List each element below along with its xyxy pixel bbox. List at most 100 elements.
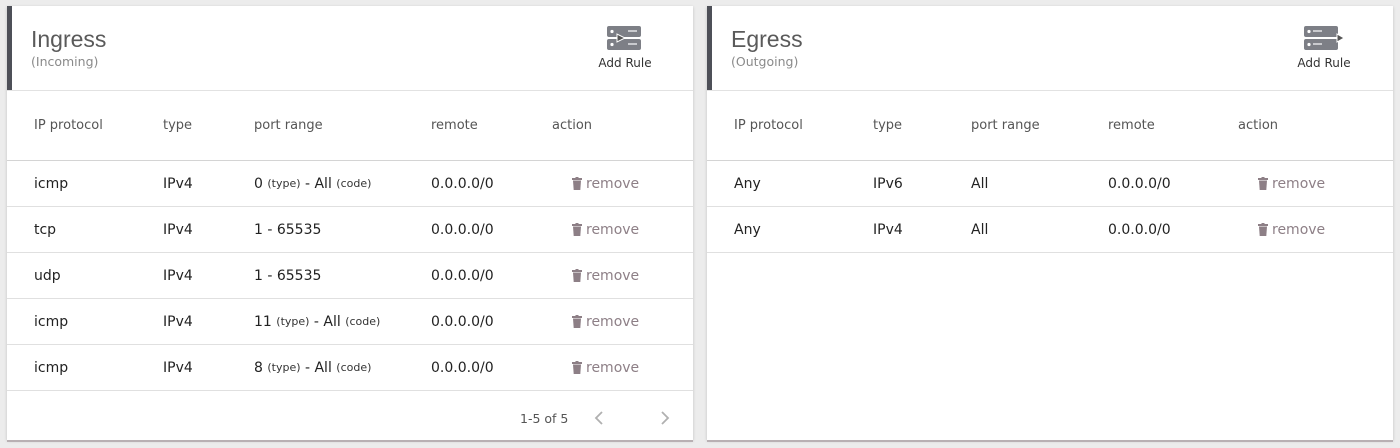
remove-rule-button[interactable]: remove [572, 161, 639, 206]
column-header-remote: remote [1108, 118, 1155, 133]
remove-label: remove [1272, 175, 1326, 192]
ingress-rules-table: IP protocol type port range remote actio… [7, 90, 693, 391]
row-protocol: Any [734, 221, 761, 238]
row-type: IPv6 [873, 175, 903, 192]
ingress-add-rule-button[interactable]: Add Rule [590, 24, 660, 78]
egress-panel: Egress (Outgoing) Add Rule IP protocol t… [707, 6, 1393, 442]
column-header-type: type [163, 118, 193, 133]
egress-add-rule-button[interactable]: Add Rule [1289, 24, 1359, 78]
next-page-button[interactable] [660, 411, 670, 425]
egress-table-header: IP protocol type port range remote actio… [707, 90, 1393, 161]
trash-icon [572, 315, 582, 328]
table-row: icmp IPv4 0 (type) - All (code) 0.0.0.0/… [7, 161, 693, 207]
add-rule-icon [1304, 26, 1345, 50]
row-port-range: All [971, 175, 989, 192]
row-remote: 0.0.0.0/0 [431, 221, 494, 238]
column-header-port-range: port range [971, 118, 1040, 133]
port-main: 0 [254, 175, 263, 192]
row-port-range: 0 (type) - All (code) [254, 161, 371, 206]
port-type-label: (type) [267, 361, 301, 374]
table-row: icmp IPv4 8 (type) - All (code) 0.0.0.0/… [7, 345, 693, 391]
remove-rule-button[interactable]: remove [572, 345, 639, 390]
row-type: IPv4 [163, 175, 193, 192]
row-remote: 0.0.0.0/0 [431, 359, 494, 376]
port-mid: - All [300, 359, 337, 376]
table-row: udp IPv4 1 - 65535 0.0.0.0/0 remove [7, 253, 693, 299]
row-remote: 0.0.0.0/0 [1108, 221, 1171, 238]
ingress-panel: Ingress (Incoming) Add Rule IP protocol … [7, 6, 693, 442]
remove-label: remove [1272, 221, 1326, 238]
row-type: IPv4 [873, 221, 903, 238]
row-protocol: icmp [34, 313, 69, 330]
column-header-port-range: port range [254, 118, 323, 133]
trash-icon [572, 177, 582, 190]
column-header-remote: remote [431, 118, 478, 133]
row-remote: 0.0.0.0/0 [431, 175, 494, 192]
table-row: tcp IPv4 1 - 65535 0.0.0.0/0 remove [7, 207, 693, 253]
row-port-range: 8 (type) - All (code) [254, 345, 371, 390]
row-type: IPv4 [163, 267, 193, 284]
column-header-action: action [1238, 118, 1279, 133]
port-main: 8 [254, 359, 263, 376]
panel-bottom-border [707, 440, 1393, 442]
egress-title: Egress [731, 26, 803, 52]
remove-label: remove [586, 267, 640, 284]
previous-page-button[interactable] [594, 411, 604, 425]
ingress-header: Ingress (Incoming) Add Rule [7, 6, 693, 90]
remove-rule-button[interactable]: remove [572, 253, 639, 298]
trash-icon [572, 269, 582, 282]
row-remote: 0.0.0.0/0 [431, 267, 494, 284]
remove-rule-button[interactable]: remove [1258, 161, 1325, 206]
column-header-action: action [552, 118, 593, 133]
row-remote: 0.0.0.0/0 [1108, 175, 1171, 192]
port-mid: - All [300, 175, 337, 192]
port-code-label: (code) [336, 177, 372, 190]
port-mid: - All [309, 313, 346, 330]
row-protocol: icmp [34, 359, 69, 376]
row-protocol: udp [34, 267, 61, 284]
table-row: icmp IPv4 11 (type) - All (code) 0.0.0.0… [7, 299, 693, 345]
port-code-label: (code) [345, 315, 381, 328]
ingress-subtitle: (Incoming) [31, 54, 99, 69]
row-port-range: 1 - 65535 [254, 267, 322, 284]
table-row: Any IPv4 All 0.0.0.0/0 remove [707, 207, 1393, 253]
row-port-range: 11 (type) - All (code) [254, 299, 380, 344]
row-type: IPv4 [163, 359, 193, 376]
egress-add-rule-label: Add Rule [1297, 56, 1351, 70]
port-type-label: (type) [276, 315, 310, 328]
remove-label: remove [586, 359, 640, 376]
trash-icon [572, 361, 582, 374]
chevron-left-icon [595, 411, 604, 425]
remove-label: remove [586, 175, 640, 192]
ingress-add-rule-label: Add Rule [598, 56, 652, 70]
pagination: 1-5 of 5 [520, 406, 670, 430]
remove-rule-button[interactable]: remove [1258, 207, 1325, 252]
egress-rules-table: IP protocol type port range remote actio… [707, 90, 1393, 253]
trash-icon [1258, 223, 1268, 236]
chevron-right-icon [661, 411, 670, 425]
add-rule-icon [604, 26, 641, 50]
port-code-label: (code) [336, 361, 372, 374]
egress-subtitle: (Outgoing) [731, 54, 799, 69]
row-port-range: All [971, 221, 989, 238]
row-protocol: icmp [34, 175, 69, 192]
remove-rule-button[interactable]: remove [572, 299, 639, 344]
ingress-table-header: IP protocol type port range remote actio… [7, 90, 693, 161]
column-header-type: type [873, 118, 903, 133]
row-port-range: 1 - 65535 [254, 221, 322, 238]
ingress-title: Ingress [31, 26, 107, 52]
port-main: 11 [254, 313, 272, 330]
panel-bottom-border [7, 440, 693, 442]
remove-label: remove [586, 313, 640, 330]
pagination-range: 1-5 of 5 [520, 410, 569, 426]
column-header-ip-protocol: IP protocol [734, 118, 803, 133]
row-type: IPv4 [163, 313, 193, 330]
trash-icon [1258, 177, 1268, 190]
egress-header: Egress (Outgoing) Add Rule [707, 6, 1393, 90]
trash-icon [572, 223, 582, 236]
row-protocol: tcp [34, 221, 57, 238]
remove-rule-button[interactable]: remove [572, 207, 639, 252]
column-header-ip-protocol: IP protocol [34, 118, 103, 133]
row-protocol: Any [734, 175, 761, 192]
remove-label: remove [586, 221, 640, 238]
